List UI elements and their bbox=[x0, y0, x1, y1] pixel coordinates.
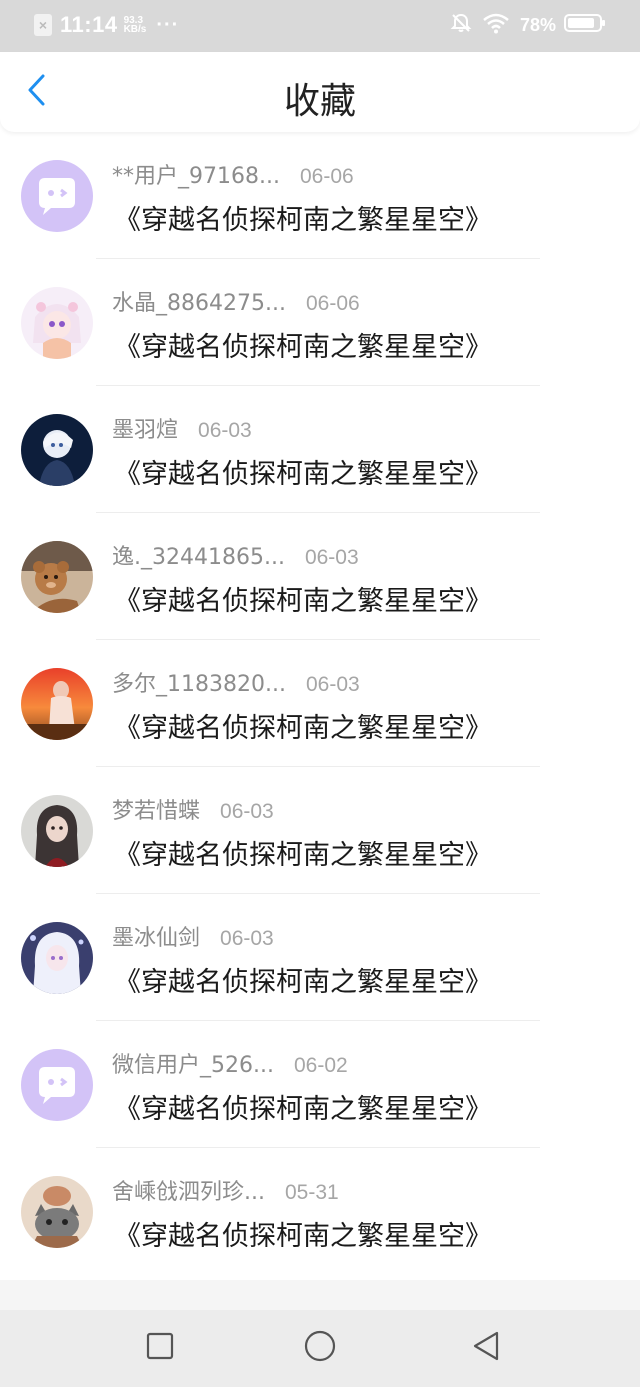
anime-pink-avatar-icon bbox=[21, 287, 93, 359]
favorites-list: **用户_97168... 06-06 《穿越名侦探柯南之繁星星空》 水晶_88… bbox=[0, 132, 640, 1275]
avatar[interactable] bbox=[21, 287, 93, 359]
item-meta: **用户_97168... 06-06 bbox=[112, 158, 354, 190]
avatar[interactable] bbox=[21, 1176, 93, 1248]
avatar[interactable] bbox=[21, 541, 93, 613]
book-title: 《穿越名侦探柯南之繁星星空》 bbox=[114, 586, 492, 617]
item-meta: 舍嵊戗泗列珍... 05-31 bbox=[112, 1174, 339, 1206]
anime-dark-avatar-icon bbox=[21, 414, 93, 486]
username: 墨羽煊 bbox=[112, 418, 179, 443]
username: 微信用户_526... bbox=[112, 1053, 274, 1078]
recent-apps-button[interactable] bbox=[140, 1328, 180, 1368]
item-meta: 微信用户_526... 06-02 bbox=[112, 1047, 348, 1079]
username: **用户_97168... bbox=[112, 164, 280, 189]
default-chat-avatar-icon bbox=[21, 1049, 93, 1121]
book-title: 《穿越名侦探柯南之繁星星空》 bbox=[114, 967, 492, 998]
book-title: 《穿越名侦探柯南之繁星星空》 bbox=[114, 332, 492, 363]
username: 水晶_8864275... bbox=[112, 291, 286, 316]
book-title: 《穿越名侦探柯南之繁星星空》 bbox=[114, 459, 492, 490]
triangle-back-icon bbox=[471, 1330, 501, 1366]
page-title: 收藏 bbox=[283, 81, 356, 122]
battery-percent: 78% bbox=[519, 15, 556, 35]
status-right: 78% bbox=[440, 12, 606, 39]
list-item[interactable]: 墨羽煊 06-03 《穿越名侦探柯南之繁星星空》 bbox=[0, 386, 640, 513]
list-item[interactable]: 梦若惜蝶 06-03 《穿越名侦探柯南之繁星星空》 bbox=[0, 767, 640, 894]
date: 06-03 bbox=[220, 800, 274, 823]
network-speed-unit: KB/s bbox=[123, 24, 147, 35]
item-meta: 墨羽煊 06-03 bbox=[112, 412, 252, 444]
username: 舍嵊戗泗列珍... bbox=[112, 1180, 265, 1205]
network-speed: 93.3 KB/s bbox=[123, 16, 147, 35]
book-title: 《穿越名侦探柯南之繁星星空》 bbox=[114, 713, 492, 744]
status-left: × 11:14 93.3 KB/s ··· bbox=[34, 12, 179, 38]
date: 06-06 bbox=[299, 165, 354, 188]
date: 05-31 bbox=[284, 1181, 339, 1204]
cat-cartoon-avatar-icon bbox=[21, 1176, 93, 1248]
avatar[interactable] bbox=[21, 414, 93, 486]
more-notifications-icon: ··· bbox=[156, 13, 180, 36]
avatar[interactable] bbox=[21, 1049, 93, 1121]
book-title: 《穿越名侦探柯南之繁星星空》 bbox=[114, 1221, 492, 1252]
teddy-bear-avatar-icon bbox=[21, 541, 93, 613]
item-meta: 逸._32441865... 06-03 bbox=[112, 539, 359, 571]
bell-muted-icon bbox=[450, 12, 472, 39]
date: 06-03 bbox=[198, 419, 252, 442]
back-nav-button[interactable] bbox=[466, 1328, 506, 1368]
list-item[interactable]: 多尔_1183820... 06-03 《穿越名侦探柯南之繁星星空》 bbox=[0, 640, 640, 767]
list-item[interactable]: 舍嵊戗泗列珍... 05-31 《穿越名侦探柯南之繁星星空》 bbox=[0, 1148, 640, 1275]
date: 06-03 bbox=[220, 927, 274, 950]
square-icon bbox=[145, 1331, 175, 1365]
white-hair-girl-avatar-icon bbox=[21, 922, 93, 994]
username: 梦若惜蝶 bbox=[112, 799, 201, 824]
list-item[interactable]: **用户_97168... 06-06 《穿越名侦探柯南之繁星星空》 bbox=[0, 132, 640, 259]
date: 06-03 bbox=[304, 546, 359, 569]
book-title: 《穿越名侦探柯南之繁星星空》 bbox=[114, 205, 492, 236]
avatar[interactable] bbox=[21, 160, 93, 232]
item-meta: 墨冰仙剑 06-03 bbox=[112, 920, 274, 952]
book-title: 《穿越名侦探柯南之繁星星空》 bbox=[114, 840, 492, 871]
wifi-icon bbox=[482, 12, 510, 39]
status-time: 11:14 bbox=[60, 12, 118, 37]
date: 06-02 bbox=[293, 1054, 348, 1077]
list-item[interactable]: 逸._32441865... 06-03 《穿越名侦探柯南之繁星星空》 bbox=[0, 513, 640, 640]
home-button[interactable] bbox=[300, 1328, 340, 1368]
username: 逸._32441865... bbox=[112, 545, 285, 570]
item-meta: 水晶_8864275... 06-06 bbox=[112, 285, 360, 317]
notification-app-icon: × bbox=[34, 14, 52, 36]
default-chat-avatar-icon bbox=[21, 160, 93, 232]
nav-divider-strip bbox=[0, 1280, 640, 1310]
avatar[interactable] bbox=[21, 668, 93, 740]
list-item[interactable]: 微信用户_526... 06-02 《穿越名侦探柯南之繁星星空》 bbox=[0, 1021, 640, 1148]
avatar[interactable] bbox=[21, 795, 93, 867]
username: 墨冰仙剑 bbox=[112, 926, 201, 951]
avatar[interactable] bbox=[21, 922, 93, 994]
item-meta: 多尔_1183820... 06-03 bbox=[112, 666, 360, 698]
book-title: 《穿越名侦探柯南之繁星星空》 bbox=[114, 1094, 492, 1125]
status-bar: × 11:14 93.3 KB/s ··· 78% bbox=[0, 0, 640, 52]
list-item[interactable]: 墨冰仙剑 06-03 《穿越名侦探柯南之繁星星空》 bbox=[0, 894, 640, 1021]
page-header: 收藏 bbox=[0, 52, 640, 132]
list-item[interactable]: 水晶_8864275... 06-06 《穿越名侦探柯南之繁星星空》 bbox=[0, 259, 640, 386]
battery-icon bbox=[564, 13, 606, 38]
circle-icon bbox=[303, 1329, 337, 1367]
system-navigation-bar bbox=[0, 1280, 640, 1387]
date: 06-06 bbox=[305, 292, 360, 315]
date: 06-03 bbox=[305, 673, 360, 696]
sunset-girl-avatar-icon bbox=[21, 668, 93, 740]
username: 多尔_1183820... bbox=[112, 672, 286, 697]
dark-hair-girl-avatar-icon bbox=[21, 795, 93, 867]
item-meta: 梦若惜蝶 06-03 bbox=[112, 793, 274, 825]
